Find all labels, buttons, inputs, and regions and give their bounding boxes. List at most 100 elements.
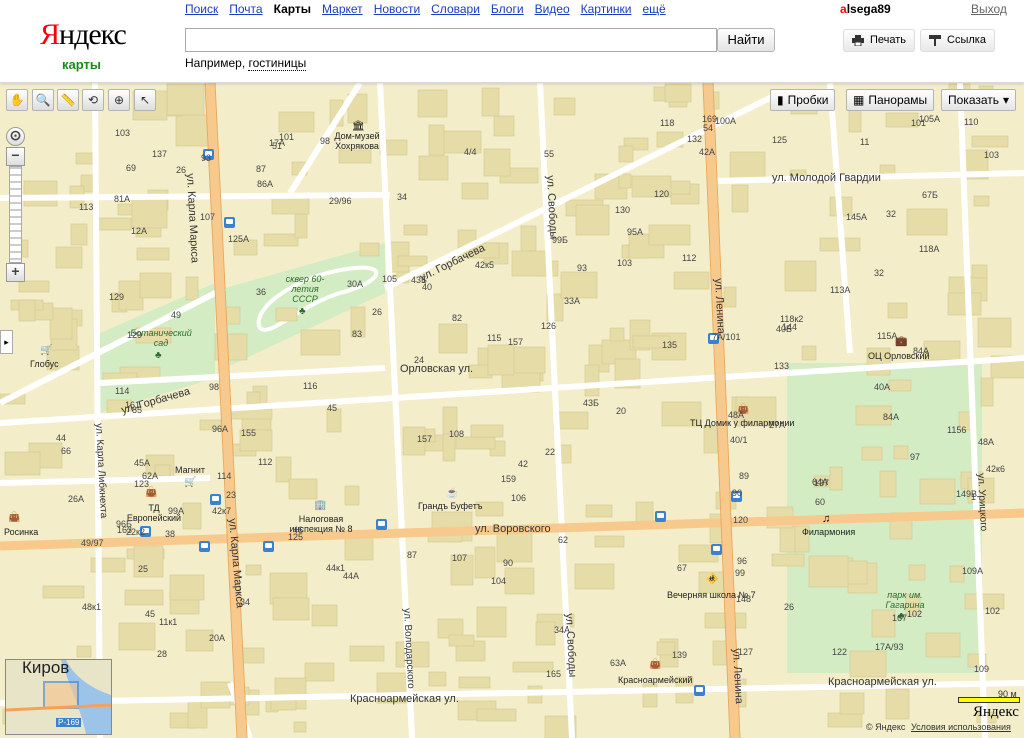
poi-square[interactable]: сквер 60-летия СССР xyxy=(278,274,332,304)
panoramas-button[interactable]: ▦ Панорамы xyxy=(846,89,935,111)
school-icon[interactable]: 🚸 xyxy=(706,574,718,585)
bus-stop-icon[interactable] xyxy=(376,519,387,530)
building xyxy=(977,317,1012,348)
nav-images[interactable]: Картинки xyxy=(581,2,632,16)
ruler-tool[interactable]: 📏 xyxy=(57,89,79,111)
house-number: 86А xyxy=(257,179,274,189)
poi-krasnoarmeysky[interactable]: Красноармейский xyxy=(618,675,692,685)
route-tool[interactable]: ⟲ xyxy=(82,89,104,111)
magnifier-tool[interactable]: 🔍 xyxy=(32,89,54,111)
bus-stop-icon[interactable] xyxy=(711,544,722,555)
shopping-bag-icon[interactable]: 👜 xyxy=(8,512,20,523)
bus-stop-icon[interactable] xyxy=(199,541,210,552)
cafe-icon[interactable]: ☕ xyxy=(446,488,458,499)
building xyxy=(4,451,41,476)
bus-stop-icon[interactable] xyxy=(263,541,274,552)
building xyxy=(311,604,338,627)
house-number: 84А xyxy=(913,346,930,356)
museum-icon[interactable]: 🏛 xyxy=(352,121,365,132)
office-icon[interactable]: 🏢 xyxy=(314,500,326,511)
yandex-logo[interactable]: Яндекс xyxy=(40,18,127,52)
logout-link[interactable]: Выход xyxy=(971,2,1007,16)
bus-stop-icon[interactable] xyxy=(210,494,221,505)
pointer-tool[interactable]: ↖ xyxy=(134,89,156,111)
poi-philharmonia[interactable]: Филармония xyxy=(802,527,855,537)
service-name[interactable]: карты xyxy=(62,57,101,72)
building xyxy=(511,250,551,277)
zoom-in-button[interactable]: + xyxy=(6,263,25,282)
map-canvas[interactable]: ✋ 🔍 📏 ⟲ ⊕ ↖ ▮ Пробки ▦ Панорамы Показать ▾ … xyxy=(0,83,1024,738)
username[interactable]: alsega89 xyxy=(840,2,891,16)
nav-blogs[interactable]: Блоги xyxy=(491,2,524,16)
building xyxy=(18,280,50,293)
tree-icon[interactable]: ♣ xyxy=(299,306,306,317)
house-number: 103 xyxy=(984,150,1000,160)
poi-magnit[interactable]: Магнит xyxy=(175,465,205,475)
building xyxy=(55,246,83,269)
terms-link[interactable]: Условия использования xyxy=(911,722,1011,732)
search-input[interactable] xyxy=(185,28,717,52)
poi-rosinka[interactable]: Росинка xyxy=(4,527,38,537)
hint-example-link[interactable]: гостиницы xyxy=(248,56,307,71)
building xyxy=(849,650,887,678)
house-number: 45 xyxy=(327,403,338,413)
link-button[interactable]: Ссылка xyxy=(920,29,995,52)
hand-tool[interactable]: ✋ xyxy=(6,89,28,111)
poi-museum[interactable]: Дом-музей Хохрякова xyxy=(332,131,382,151)
print-button[interactable]: Печать xyxy=(843,29,916,52)
house-number: 129 xyxy=(127,330,143,340)
house-number: 60 xyxy=(815,497,826,507)
add-object-tool[interactable]: ⊕ xyxy=(108,89,130,111)
music-icon[interactable]: ♫ xyxy=(822,513,830,525)
house-number: 90 xyxy=(503,558,514,568)
show-layers-button[interactable]: Показать ▾ xyxy=(941,89,1017,111)
bus-stop-icon[interactable] xyxy=(655,511,666,522)
house-number: 103 xyxy=(115,128,131,138)
tree-icon[interactable]: ♣ xyxy=(155,350,162,361)
house-number: 90 xyxy=(732,488,743,498)
nav-search[interactable]: Поиск xyxy=(185,2,218,16)
nav-video[interactable]: Видео xyxy=(535,2,570,16)
street-label: Красноармейская ул. xyxy=(828,676,937,688)
house-number: 113 xyxy=(79,202,94,212)
zoom-out-button[interactable]: − xyxy=(6,147,25,166)
house-number: 125А xyxy=(228,234,250,244)
nav-maps[interactable]: Карты xyxy=(274,2,311,16)
house-number: 101 xyxy=(279,132,295,142)
building xyxy=(535,621,556,646)
username-first-letter: a xyxy=(840,2,847,16)
building xyxy=(801,345,817,361)
building xyxy=(574,563,615,590)
street-label: Красноармейская ул. xyxy=(350,693,459,705)
show-label: Показать xyxy=(948,93,1000,107)
building xyxy=(923,340,961,361)
bus-stop-icon[interactable] xyxy=(224,217,235,228)
traffic-button[interactable]: ▮ Пробки xyxy=(770,89,836,111)
poi-buffet[interactable]: Грандъ Буфетъ xyxy=(418,501,483,511)
shopping-cart-icon[interactable]: 🛒 xyxy=(184,477,196,488)
minimap[interactable]: Киров Р-169 xyxy=(5,659,112,735)
building xyxy=(723,286,737,308)
bus-stop-icon[interactable] xyxy=(694,685,705,696)
poi-gagarin-park[interactable]: парк им. Гагарина xyxy=(880,590,930,610)
nav-market[interactable]: Маркет xyxy=(322,2,363,16)
shopping-bag-icon[interactable]: 👜 xyxy=(649,659,661,670)
search-button[interactable]: Найти xyxy=(717,28,775,52)
building xyxy=(275,456,292,483)
expand-sidebar-icon[interactable]: ▸ xyxy=(0,330,13,354)
zoom-slider[interactable] xyxy=(9,166,22,263)
nav-dictionaries[interactable]: Словари xyxy=(431,2,480,16)
house-number: 135 xyxy=(662,340,678,350)
shopping-cart-icon[interactable]: 🛒 xyxy=(40,345,52,356)
house-number: 118к2 xyxy=(780,314,804,324)
poi-globus[interactable]: Глобус xyxy=(30,359,59,369)
building xyxy=(887,302,908,319)
building xyxy=(403,224,428,236)
house-number: 139 xyxy=(672,650,688,660)
house-number: 157 xyxy=(417,434,433,444)
nav-news[interactable]: Новости xyxy=(374,2,420,16)
compass-icon[interactable]: ⊙ xyxy=(6,127,25,146)
house-number: 26 xyxy=(784,602,795,612)
nav-mail[interactable]: Почта xyxy=(229,2,262,16)
nav-more[interactable]: ещё xyxy=(642,2,665,16)
